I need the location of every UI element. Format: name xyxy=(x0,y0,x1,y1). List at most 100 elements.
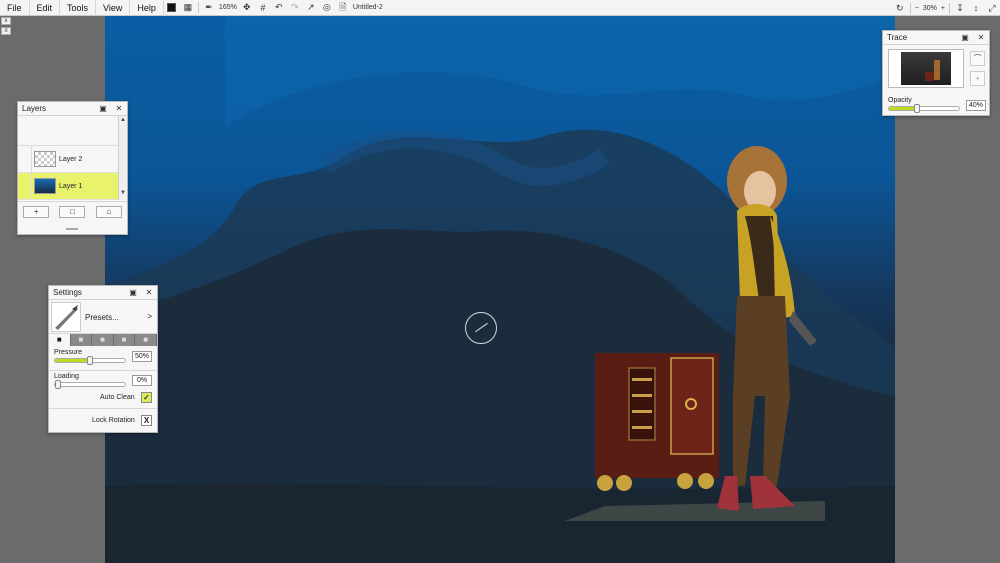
toolbar-divider xyxy=(909,2,911,14)
brush-cursor xyxy=(465,312,497,344)
lock-rotation-checkbox[interactable]: X xyxy=(141,415,152,426)
folder-icon[interactable]: □ xyxy=(59,205,86,218)
layer-visibility-toggle[interactable] xyxy=(18,172,32,200)
opacity-slider-knob[interactable] xyxy=(914,104,920,113)
brush-icon[interactable]: ✒ xyxy=(201,0,217,16)
layer-thumbnail xyxy=(34,151,56,167)
presets-label: Presets... xyxy=(85,313,119,322)
chevron-right-icon[interactable]: > xyxy=(147,312,152,321)
tab-fan-brush[interactable]: ■ xyxy=(92,334,114,346)
add-layer-button[interactable]: + xyxy=(23,205,50,218)
toolbar-right: ↻ − 30% + ↧ ↕ ⤢ xyxy=(892,0,1000,16)
zoom-level[interactable]: 30% xyxy=(921,5,939,12)
trace-move-icon[interactable]: + xyxy=(970,71,985,86)
layers-panel-header[interactable]: Layers ▣ ✕ xyxy=(18,102,127,116)
tab-round-brush[interactable]: ■ xyxy=(70,334,93,346)
divider xyxy=(49,408,157,409)
layer-row-layer-2[interactable]: Layer 2 xyxy=(18,145,122,173)
loading-slider[interactable] xyxy=(54,380,126,389)
settings-panel-title: Settings xyxy=(53,288,82,297)
tab-flat-brush[interactable]: ■ xyxy=(49,334,71,346)
canvas-painting xyxy=(105,16,895,563)
tab-knife-brush[interactable]: ■ xyxy=(113,334,136,346)
export-icon[interactable]: ↗ xyxy=(303,0,319,16)
layer-actions: + □ ⌂ xyxy=(18,201,127,221)
safe-object xyxy=(595,353,719,491)
download-icon[interactable]: ↧ xyxy=(952,0,968,16)
trace-image xyxy=(901,52,951,85)
toolbar-divider xyxy=(949,2,950,14)
close-icon[interactable]: ✕ xyxy=(975,32,987,44)
tab-blender-brush[interactable]: ■ xyxy=(135,334,157,346)
zoom-in-button[interactable]: + xyxy=(939,5,947,12)
pressure-slider-knob[interactable] xyxy=(87,356,93,365)
opacity-value[interactable]: 40% xyxy=(966,100,986,111)
trash-icon[interactable]: ⌂ xyxy=(95,205,122,218)
loading-slider-knob[interactable] xyxy=(55,380,61,389)
pin-icon[interactable]: ▣ xyxy=(127,287,139,299)
tools-tab[interactable]: ≡ xyxy=(1,27,11,35)
redo-icon[interactable]: ↷ xyxy=(287,0,303,16)
trace-panel-header[interactable]: Trace ▣ ✕ xyxy=(883,31,989,45)
settings-panel: Settings ▣ ✕ Presets... > ■ ■ ■ ■ ■ Pres… xyxy=(48,285,158,433)
auto-clean-checkbox[interactable]: ✓ xyxy=(141,392,152,403)
fullscreen-icon[interactable]: ⤢ xyxy=(984,0,1000,16)
divider xyxy=(49,370,157,371)
close-icon[interactable]: ✕ xyxy=(113,103,125,115)
layer-visibility-toggle[interactable] xyxy=(18,145,32,173)
trace-panel: Trace ▣ ✕ ⌒ + Opacity 40% xyxy=(882,30,990,116)
close-icon[interactable]: ✕ xyxy=(143,287,155,299)
menu-help[interactable]: Help xyxy=(130,0,164,16)
fit-screen-icon[interactable]: ↕ xyxy=(968,0,984,16)
target-icon[interactable]: ◎ xyxy=(319,0,335,16)
brush-size-readout[interactable]: 165% xyxy=(217,4,239,11)
document-title: Untitled-2 xyxy=(352,4,383,11)
layer-list-empty-area xyxy=(18,116,122,146)
presets-row[interactable]: Presets... > xyxy=(49,300,157,334)
loading-value[interactable]: 0% xyxy=(132,375,152,386)
opacity-slider[interactable] xyxy=(888,104,960,113)
layer-scrollbar[interactable]: ▲ ▼ xyxy=(118,116,127,200)
canvas-rotate-icon[interactable]: ↻ xyxy=(892,0,908,16)
zoom-out-button[interactable]: − xyxy=(913,5,921,12)
pressure-slider-fill xyxy=(55,359,90,362)
document-icon: 🗎 xyxy=(339,1,347,12)
opacity-slider-fill xyxy=(889,107,917,110)
loading-label: Loading xyxy=(54,373,79,380)
move-icon[interactable]: ✥ xyxy=(239,0,255,16)
layer-thumbnail xyxy=(34,178,56,194)
pressure-label: Pressure xyxy=(54,349,83,356)
pressure-value[interactable]: 50% xyxy=(132,351,152,362)
menu-tools[interactable]: Tools xyxy=(60,0,97,16)
brush-type-tabs: ■ ■ ■ ■ ■ xyxy=(49,334,157,346)
scroll-up-icon[interactable]: ▲ xyxy=(119,116,127,125)
left-tool-strip: x ≡ xyxy=(1,17,11,41)
settings-panel-header[interactable]: Settings ▣ ✕ xyxy=(49,286,157,300)
menu-file[interactable]: File xyxy=(0,0,30,16)
undo-icon[interactable]: ↶ xyxy=(271,0,287,16)
grid-icon[interactable]: # xyxy=(255,0,271,16)
toolbar-divider xyxy=(197,2,199,13)
auto-clean-label: Auto Clean xyxy=(100,394,135,401)
brush-preview-icon xyxy=(51,302,81,332)
painting-canvas[interactable] xyxy=(105,16,895,563)
trace-link-icon[interactable]: ⌒ xyxy=(970,51,985,66)
layer-row-layer-1[interactable]: Layer 1 xyxy=(18,172,122,200)
trace-image-preview[interactable] xyxy=(888,49,964,88)
menu-edit[interactable]: Edit xyxy=(30,0,61,16)
opacity-label: Opacity xyxy=(888,97,912,104)
trace-panel-title: Trace xyxy=(887,33,908,42)
pin-icon[interactable]: ▣ xyxy=(959,32,971,44)
layer-name: Layer 1 xyxy=(59,182,83,190)
layer-name: Layer 2 xyxy=(59,155,83,163)
pin-icon[interactable]: ▣ xyxy=(97,103,109,115)
collapse-tab[interactable]: x xyxy=(1,17,11,25)
scroll-down-icon[interactable]: ▼ xyxy=(119,189,127,198)
color-swatch-icon[interactable] xyxy=(164,0,180,16)
pressure-slider[interactable] xyxy=(54,356,126,365)
grid-panels-icon[interactable]: ▦ xyxy=(180,0,196,16)
lock-rotation-label: Lock Rotation xyxy=(92,417,135,424)
resize-grip[interactable] xyxy=(66,228,78,230)
layers-panel-title: Layers xyxy=(22,104,47,113)
menu-view[interactable]: View xyxy=(96,0,131,16)
